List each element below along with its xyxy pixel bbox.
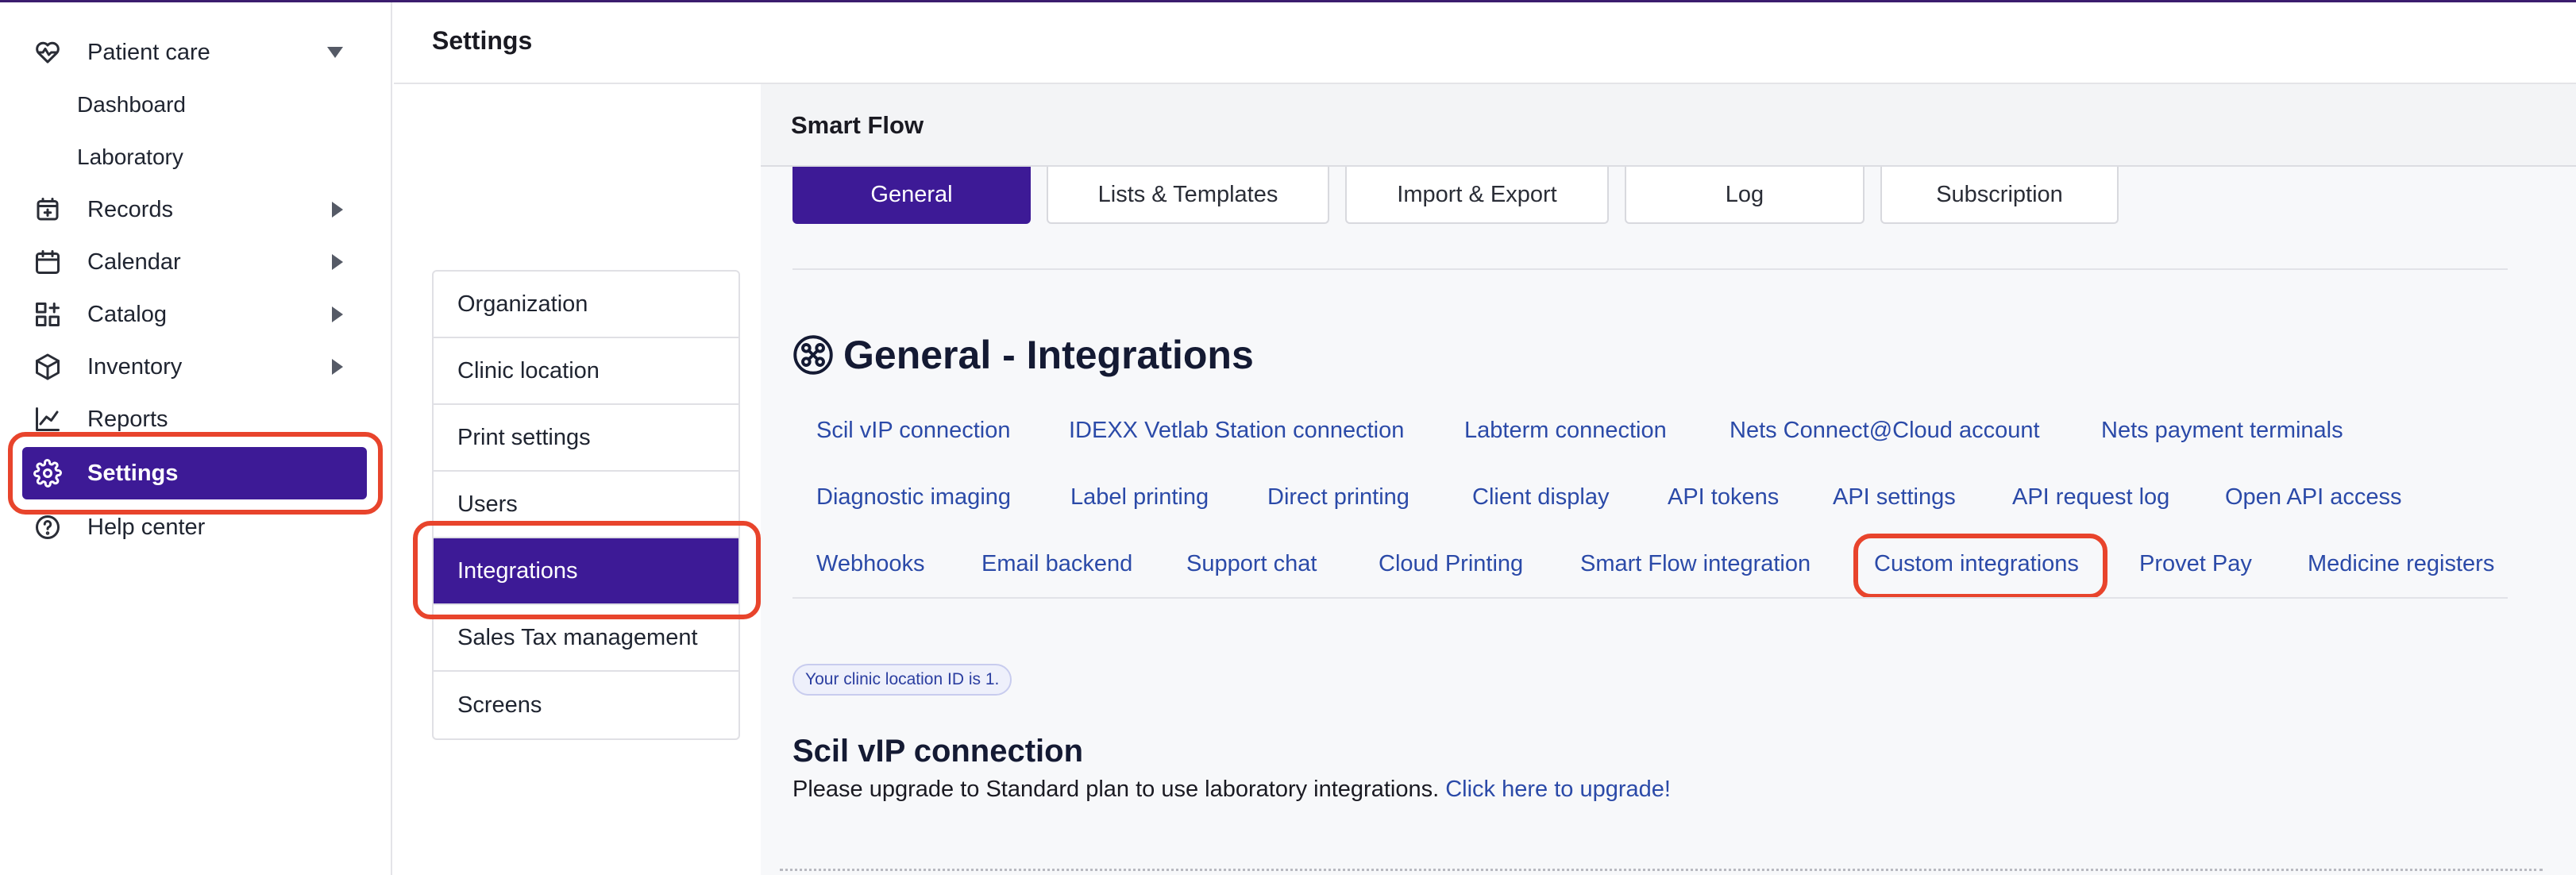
link-direct-printing[interactable]: Direct printing <box>1267 484 1409 511</box>
nav-patient-care[interactable]: Patient care <box>22 26 372 79</box>
heart-pulse-icon <box>32 37 64 68</box>
page-title: Settings <box>432 26 533 55</box>
link-smart-flow-integration[interactable]: Smart Flow integration <box>1580 551 1811 577</box>
tab-lists-templates[interactable]: Lists & Templates <box>1047 167 1329 224</box>
link-idexx-vetlab[interactable]: IDEXX Vetlab Station connection <box>1069 418 1404 444</box>
settings-menu-sales-tax[interactable]: Sales Tax management <box>434 605 738 672</box>
scil-upgrade-message: Please upgrade to Standard plan to use l… <box>792 777 1440 802</box>
chevron-right-icon <box>332 254 343 270</box>
settings-menu-clinic-location[interactable]: Clinic location <box>434 338 738 405</box>
integrations-title: General - Integrations <box>792 332 1254 378</box>
integrations-title-text: General - Integrations <box>843 333 1254 377</box>
records-icon <box>32 194 64 225</box>
upgrade-link[interactable]: Click here to upgrade! <box>1445 777 1671 802</box>
link-nets-payment-terminals[interactable]: Nets payment terminals <box>2101 418 2343 444</box>
link-medicine-registers[interactable]: Medicine registers <box>2308 551 2494 577</box>
settings-menu-integrations[interactable]: Integrations <box>434 538 738 605</box>
link-labterm[interactable]: Labterm connection <box>1464 418 1667 444</box>
tab-import-export[interactable]: Import & Export <box>1345 167 1609 224</box>
nav-dashboard[interactable]: Dashboard <box>77 79 186 131</box>
link-api-tokens[interactable]: API tokens <box>1668 484 1779 511</box>
link-cloud-printing[interactable]: Cloud Printing <box>1379 551 1523 577</box>
link-nets-connect-cloud[interactable]: Nets Connect@Cloud account <box>1730 418 2040 444</box>
scil-section-title: Scil vIP connection <box>792 734 1084 769</box>
tab-log[interactable]: Log <box>1625 167 1865 224</box>
gear-icon <box>32 457 64 489</box>
integrations-icon <box>793 335 833 375</box>
nav-calendar[interactable]: Calendar <box>22 236 372 288</box>
nav-patient-care-label: Patient care <box>87 39 210 65</box>
smart-flow-tabs: General Lists & Templates Import & Expor… <box>792 167 2119 224</box>
divider <box>792 597 2508 599</box>
nav-help-center-label: Help center <box>87 514 206 540</box>
reports-icon <box>32 403 64 435</box>
settings-menu: Organization Clinic location Print setti… <box>432 270 740 740</box>
page-header: Settings <box>394 2 2576 84</box>
help-icon <box>32 511 64 543</box>
content-area: Smart Flow General Lists & Templates Imp… <box>761 84 2576 875</box>
settings-menu-print-settings[interactable]: Print settings <box>434 405 738 472</box>
smart-flow-header: Smart Flow <box>761 84 2576 167</box>
nav-inventory-label: Inventory <box>87 353 183 380</box>
chevron-right-icon <box>332 306 343 322</box>
link-open-api-access[interactable]: Open API access <box>2225 484 2401 511</box>
nav-laboratory[interactable]: Laboratory <box>77 131 183 183</box>
settings-menu-organization[interactable]: Organization <box>434 272 738 338</box>
tab-subscription[interactable]: Subscription <box>1880 167 2119 224</box>
nav-reports-label: Reports <box>87 406 168 432</box>
nav-catalog[interactable]: Catalog <box>22 288 372 341</box>
link-email-backend[interactable]: Email backend <box>981 551 1132 577</box>
chevron-right-icon <box>332 359 343 375</box>
link-client-display[interactable]: Client display <box>1472 484 1609 511</box>
nav-calendar-label: Calendar <box>87 249 181 275</box>
link-scil-vip[interactable]: Scil vIP connection <box>816 418 1011 444</box>
nav-records-label: Records <box>87 196 173 222</box>
link-api-request-log[interactable]: API request log <box>2012 484 2169 511</box>
dotted-divider <box>780 869 2543 871</box>
nav-reports[interactable]: Reports <box>22 393 372 445</box>
nav-catalog-label: Catalog <box>87 301 167 327</box>
link-webhooks[interactable]: Webhooks <box>816 551 925 577</box>
nav-inventory[interactable]: Inventory <box>22 341 372 393</box>
nav-settings[interactable]: Settings <box>22 447 367 499</box>
link-support-chat[interactable]: Support chat <box>1186 551 1317 577</box>
nav-records[interactable]: Records <box>22 183 372 236</box>
chevron-down-icon <box>327 47 343 58</box>
inventory-icon <box>32 351 64 383</box>
link-provet-pay[interactable]: Provet Pay <box>2139 551 2252 577</box>
scil-upgrade-text: Please upgrade to Standard plan to use l… <box>792 777 1671 803</box>
link-diagnostic-imaging[interactable]: Diagnostic imaging <box>816 484 1011 511</box>
link-api-settings[interactable]: API settings <box>1833 484 1956 511</box>
catalog-icon <box>32 299 64 330</box>
tab-general[interactable]: General <box>792 167 1031 224</box>
settings-menu-screens[interactable]: Screens <box>434 672 738 738</box>
chevron-right-icon <box>332 202 343 218</box>
settings-menu-users[interactable]: Users <box>434 472 738 538</box>
link-custom-integrations[interactable]: Custom integrations <box>1874 551 2079 577</box>
link-label-printing[interactable]: Label printing <box>1070 484 1209 511</box>
nav-settings-label: Settings <box>87 460 179 486</box>
main-sidebar: Patient care Dashboard Laboratory Record… <box>0 2 392 875</box>
clinic-location-badge: Your clinic location ID is 1. <box>792 664 1012 696</box>
smart-flow-title: Smart Flow <box>791 111 924 139</box>
calendar-icon <box>32 246 64 278</box>
divider <box>792 268 2508 270</box>
nav-help-center[interactable]: Help center <box>22 501 372 553</box>
